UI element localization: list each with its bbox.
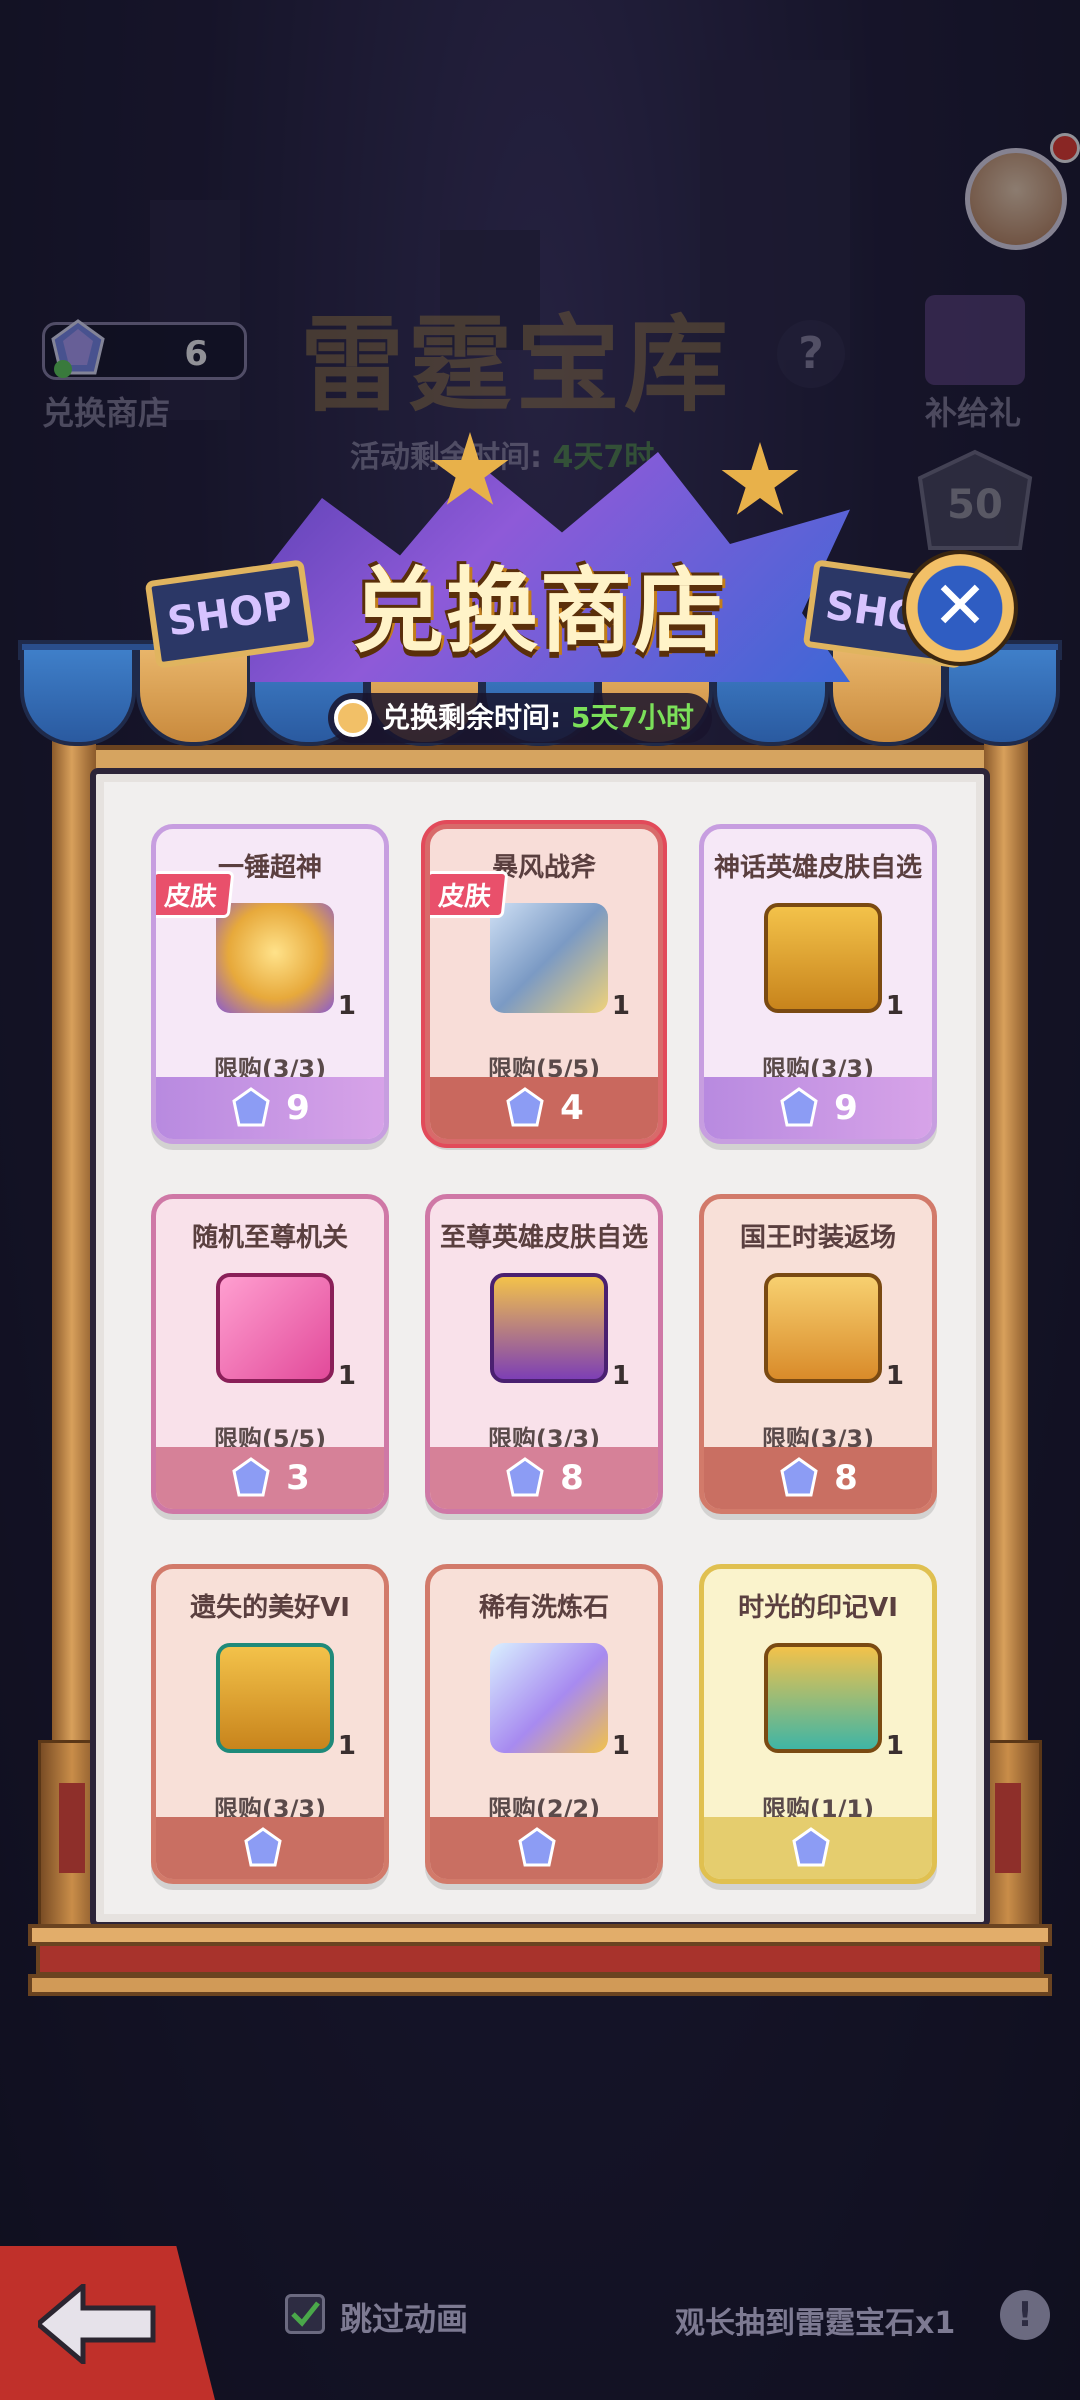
watch-ad-label[interactable]: 观长抽到雷霆宝石x1	[675, 2298, 955, 2342]
gem-icon	[232, 1087, 270, 1127]
price-button[interactable]: 8	[704, 1447, 932, 1509]
price-button[interactable]	[704, 1817, 932, 1879]
price-button[interactable]	[156, 1817, 384, 1879]
price-button[interactable]: 3	[156, 1447, 384, 1509]
shop-item-card[interactable]: 国王时装返场 1 限购(3/3) 8	[699, 1194, 937, 1514]
gem-icon	[506, 1087, 544, 1127]
chest-icon	[764, 1273, 882, 1383]
item-name: 随机至尊机关	[191, 1223, 348, 1253]
skip-animation-label[interactable]: 跳过动画	[340, 2294, 468, 2340]
gem-icon	[780, 1087, 818, 1127]
clock-icon	[334, 699, 372, 737]
back-arrow-icon	[38, 2284, 156, 2364]
checkbox-icon[interactable]	[285, 2294, 325, 2334]
item-qty: 1	[885, 1731, 904, 1761]
chest-icon	[490, 1273, 608, 1383]
cube-icon	[216, 1273, 334, 1383]
item-qty: 1	[885, 1361, 904, 1391]
chest-icon	[764, 903, 882, 1013]
item-name: 稀有洗炼石	[478, 1593, 609, 1623]
gem-icon	[518, 1827, 556, 1867]
shop-item-card[interactable]: 至尊英雄皮肤自选 1 限购(3/3) 8	[425, 1194, 663, 1514]
gem-icon	[506, 1457, 544, 1497]
item-qty: 1	[337, 991, 356, 1021]
price-value: 8	[834, 1458, 858, 1498]
shop-item-card[interactable]: 时光的印记VI 1 限购(1/1)	[699, 1564, 937, 1884]
price-value: 8	[560, 1458, 584, 1498]
item-qty: 1	[337, 1731, 356, 1761]
skin-tag: 皮肤	[156, 871, 235, 918]
price-value: 9	[286, 1088, 310, 1128]
item-qty: 1	[611, 991, 630, 1021]
price-button[interactable]: 4	[430, 1077, 658, 1139]
exchange-timer-label: 兑换剩余时间:	[382, 701, 562, 734]
star-icon	[721, 442, 799, 515]
close-icon[interactable]: ✕	[902, 550, 1018, 666]
item-qty: 1	[611, 1361, 630, 1391]
shop-item-card[interactable]: 稀有洗炼石 1 限购(2/2)	[425, 1564, 663, 1884]
shop-item-card[interactable]: 一锤超神 皮肤 1 限购(3/3) 9	[151, 824, 389, 1144]
shop-panel: 一锤超神 皮肤 1 限购(3/3) 9 暴风战斧 皮肤 1 限购(5/5) 4 …	[90, 768, 990, 1928]
gem-icon	[792, 1827, 830, 1867]
price-button[interactable]: 8	[430, 1447, 658, 1509]
shop-item-card[interactable]: 神话英雄皮肤自选 1 限购(3/3) 9	[699, 824, 937, 1144]
price-button[interactable]: 9	[704, 1077, 932, 1139]
exchange-timer-value: 5天7小时	[570, 701, 694, 734]
axe-image	[490, 903, 608, 1013]
price-value: 3	[286, 1458, 310, 1498]
shop-item-card[interactable]: 遗失的美好VI 1 限购(3/3)	[151, 1564, 389, 1884]
crystal-icon	[490, 1643, 608, 1753]
price-button[interactable]: 9	[156, 1077, 384, 1139]
skin-tag: 皮肤	[430, 871, 509, 918]
price-value: 9	[834, 1088, 858, 1128]
exchange-timer: 兑换剩余时间: 5天7小时	[328, 693, 712, 743]
item-qty: 1	[611, 1731, 630, 1761]
item-name: 至尊英雄皮肤自选	[439, 1223, 648, 1253]
shop-item-card[interactable]: 暴风战斧 皮肤 1 限购(5/5) 4	[425, 824, 663, 1144]
gem-icon	[780, 1457, 818, 1497]
gem-icon	[244, 1827, 282, 1867]
chest-icon	[216, 1643, 334, 1753]
shop-base	[28, 1924, 1052, 2000]
item-qty: 1	[885, 991, 904, 1021]
item-name: 时光的印记VI	[738, 1593, 898, 1623]
modal-title: 兑换商店	[351, 557, 728, 665]
item-name: 神话英雄皮肤自选	[713, 853, 922, 883]
info-icon[interactable]: !	[1000, 2290, 1050, 2340]
gem-icon	[232, 1457, 270, 1497]
shop-item-card[interactable]: 随机至尊机关 1 限购(5/5) 3	[151, 1194, 389, 1514]
item-grid: 一锤超神 皮肤 1 限购(3/3) 9 暴风战斧 皮肤 1 限购(5/5) 4 …	[151, 824, 941, 1884]
price-value: 4	[560, 1088, 584, 1128]
item-qty: 1	[337, 1361, 356, 1391]
hero-skin-image	[216, 903, 334, 1013]
chest-icon	[764, 1643, 882, 1753]
item-name: 遗失的美好VI	[190, 1593, 350, 1623]
item-name: 国王时装返场	[739, 1223, 896, 1253]
price-button[interactable]	[430, 1817, 658, 1879]
